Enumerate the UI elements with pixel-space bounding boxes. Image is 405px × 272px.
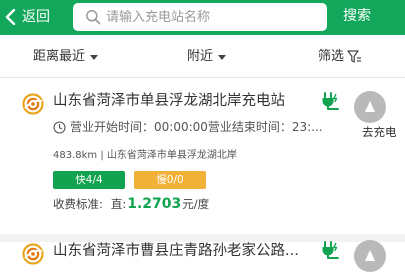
charging-plug-icon <box>322 241 339 259</box>
fee-label: 收费标准: <box>53 197 103 211</box>
navigate-button[interactable] <box>354 91 386 123</box>
charging-plug-icon <box>322 92 339 110</box>
station-card[interactable]: 山东省菏泽市曹县庄青路孙老家公路... <box>0 240 405 272</box>
station-card[interactable]: 山东省菏泽市单县浮龙湖北岸充电站 去充电 营业开始时间：00:00:00营业结束… <box>0 79 405 234</box>
business-hours-text: 营业开始时间：00:00:00营业结束时间：23:... <box>70 120 323 134</box>
slow-charger-badge: 慢0/0 <box>134 171 206 189</box>
sort-distance-dropdown[interactable]: 距离最近 <box>33 48 99 66</box>
nearby-label: 附近 <box>187 49 214 64</box>
filter-bar: 距离最近 附近 筛选 <box>0 35 405 78</box>
clock-icon <box>53 120 66 134</box>
station-name: 山东省菏泽市单县浮龙湖北岸充电站 <box>53 93 285 109</box>
nearby-dropdown[interactable]: 附近 <box>187 48 227 66</box>
fee-unit: 元/度 <box>182 197 210 211</box>
station-logo-icon <box>22 243 44 265</box>
station-logo-icon <box>22 93 44 115</box>
navigation-arrow-icon <box>365 249 375 261</box>
station-name: 山东省菏泽市曹县庄青路孙老家公路... <box>53 243 299 259</box>
go-charge-label[interactable]: 去充电 <box>362 125 397 139</box>
chevron-left-icon <box>5 9 16 25</box>
caret-down-icon <box>218 54 227 60</box>
top-bar: 返回 搜索 <box>0 0 405 35</box>
back-label: 返回 <box>22 9 50 25</box>
search-box[interactable] <box>73 3 327 31</box>
search-input[interactable] <box>106 9 306 25</box>
search-button[interactable]: 搜索 <box>343 6 371 26</box>
fee-price: 1.2703 <box>127 196 182 212</box>
search-icon <box>86 10 101 25</box>
caret-down-icon <box>90 54 99 60</box>
fee-type: 直: <box>110 197 127 211</box>
distance-address: 483.8km | 山东省菏泽市单县浮龙湖北岸 <box>53 150 237 161</box>
filter-label: 筛选 <box>318 49 345 64</box>
navigation-arrow-icon <box>365 100 375 112</box>
funnel-filter-icon <box>347 50 362 63</box>
filter-button[interactable]: 筛选 <box>318 48 362 66</box>
back-button[interactable]: 返回 <box>4 5 50 29</box>
sort-distance-label: 距离最近 <box>33 49 86 64</box>
business-hours: 营业开始时间：00:00:00营业结束时间：23:... <box>53 119 323 135</box>
fast-charger-badge: 快4/4 <box>53 171 125 189</box>
navigate-button[interactable] <box>354 240 386 272</box>
fee-standard: 收费标准: 直: 1.2703 元/度 <box>53 196 209 212</box>
